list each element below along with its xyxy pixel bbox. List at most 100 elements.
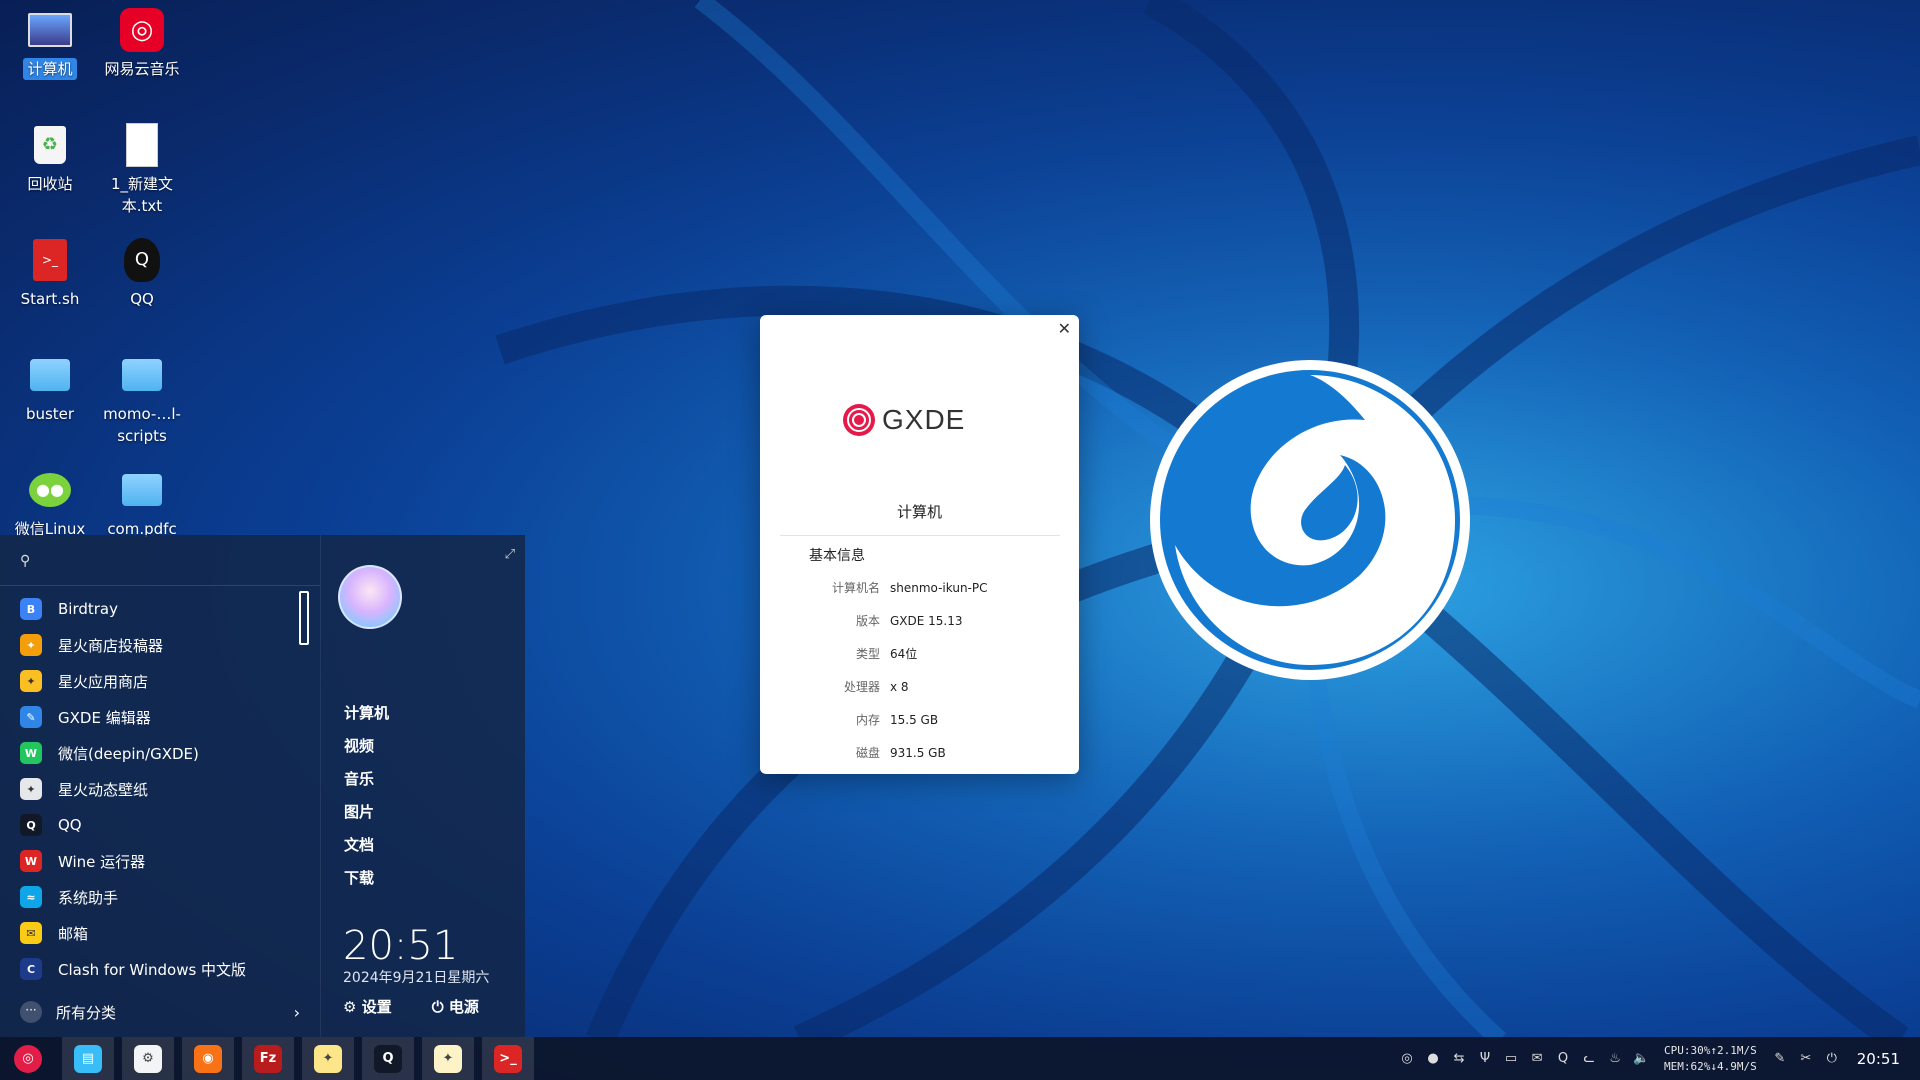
settings-label: 设置 bbox=[361, 998, 392, 1016]
app-item[interactable]: ✦ 星火应用商店 bbox=[0, 663, 320, 699]
app-item[interactable]: Q QQ bbox=[0, 807, 320, 843]
volume-icon[interactable]: 🔈 bbox=[1630, 1037, 1652, 1080]
taskbar-app-launcher[interactable]: ◎ bbox=[2, 1037, 54, 1080]
spark-store-icon: ✦ bbox=[314, 1044, 342, 1073]
app-item[interactable]: ✦ 星火商店投稿器 bbox=[0, 627, 320, 663]
expand-icon[interactable]: ⤢ bbox=[505, 547, 515, 562]
power-icon[interactable]: ⏻ bbox=[1821, 1037, 1843, 1080]
divider bbox=[780, 535, 1060, 536]
usb-tray-icon[interactable]: Ψ bbox=[1474, 1037, 1496, 1080]
taskbar-apps: ◎ ▤ ⚙ ◉ Fz ✦ Q ✦ >_ bbox=[2, 1037, 542, 1080]
wechat-icon: ●● bbox=[28, 468, 72, 512]
app-icon: ✦ bbox=[20, 670, 42, 692]
about-computer-dialog: ✕ GXDE 计算机 基本信息 计算机名 shenmo-ikun-PC 版本 GXDE… bbox=[760, 315, 1079, 774]
place-item[interactable]: 文档 bbox=[344, 829, 389, 862]
fire-tray-icon[interactable]: ♨ bbox=[1604, 1037, 1626, 1080]
place-item[interactable]: 图片 bbox=[344, 796, 389, 829]
desktop-icon-folder[interactable]: momo-…l-scripts bbox=[96, 347, 188, 447]
power-icon: ⏻ bbox=[431, 998, 444, 1016]
taskbar-app-filezilla[interactable]: Fz bbox=[242, 1037, 294, 1080]
pen-icon[interactable]: ✎ bbox=[1769, 1037, 1791, 1080]
cat-tray-icon[interactable]: ᓚ bbox=[1578, 1037, 1600, 1080]
taskbar-app-file-manager[interactable]: ▤ bbox=[62, 1037, 114, 1080]
desktop-icon-qq[interactable]: Q QQ bbox=[96, 232, 188, 310]
cpu-stat: CPU:30%↑2.1M/S bbox=[1664, 1043, 1757, 1057]
desktop-icon-wechat[interactable]: ●● 微信Linux bbox=[4, 462, 96, 540]
app-label: Clash for Windows 中文版 bbox=[58, 960, 247, 979]
app-icon: ✎ bbox=[20, 706, 42, 728]
settings-button[interactable]: ⚙ 设置 bbox=[343, 996, 392, 1017]
place-item[interactable]: 视频 bbox=[344, 730, 389, 763]
qq-tray-icon[interactable]: Q bbox=[1552, 1037, 1574, 1080]
app-item[interactable]: ✎ GXDE 编辑器 bbox=[0, 699, 320, 735]
desktop-icon-label: 回收站 bbox=[27, 175, 73, 193]
app-label: 星火应用商店 bbox=[58, 672, 149, 691]
place-item[interactable]: 下载 bbox=[344, 862, 389, 895]
gxde-wordmark: GXDE bbox=[882, 404, 966, 435]
close-icon[interactable]: ✕ bbox=[1058, 319, 1071, 338]
desktop-icon-label: Start.sh bbox=[20, 290, 80, 308]
info-key: 处理器 bbox=[843, 680, 880, 694]
app-item[interactable]: W 微信(deepin/GXDE) bbox=[0, 735, 320, 771]
clipboard-tray-icon[interactable]: ▭ bbox=[1500, 1037, 1522, 1080]
taskbar: ◎ ▤ ⚙ ◉ Fz ✦ Q ✦ >_ ◎ ● ⇆ Ψ ▭ ✉ Q ᓚ ♨ 🔈 CPU:30%↑2.1M/S ME… bbox=[0, 1037, 1920, 1080]
app-icon: ✉ bbox=[20, 922, 42, 944]
taskbar-clock[interactable]: 20:51 bbox=[1857, 1050, 1900, 1068]
desktop-icon-label: 计算机 bbox=[23, 58, 77, 80]
file-manager-icon: ▤ bbox=[74, 1044, 102, 1073]
app-label: GXDE 编辑器 bbox=[58, 708, 151, 727]
info-rows: 计算机名 shenmo-ikun-PC 版本 GXDE 15.13 类型 64位 处理器 x … bbox=[760, 571, 1079, 769]
all-categories-button[interactable]: ··· 所有分类 › bbox=[20, 997, 300, 1027]
avatar[interactable] bbox=[338, 565, 402, 629]
app-label: 星火商店投稿器 bbox=[58, 636, 164, 655]
app-item[interactable]: B Birdtray bbox=[0, 591, 320, 627]
section-heading: 基本信息 bbox=[809, 548, 865, 564]
desktop-icon-shell-script[interactable]: >_ Start.sh bbox=[4, 232, 96, 310]
place-item[interactable]: 音乐 bbox=[344, 763, 389, 796]
app-label: 系统助手 bbox=[58, 888, 119, 907]
desktop-icon-folder[interactable]: buster bbox=[4, 347, 96, 425]
system-monitor[interactable]: CPU:30%↑2.1M/S MEM:62%↓4.9M/S bbox=[1664, 1043, 1757, 1075]
start-menu-search-input[interactable]: ⚲ bbox=[0, 535, 320, 586]
places-list: 计算机 视频 音乐 图片 文档 下载 bbox=[344, 697, 389, 895]
tray-icons: ◎ ● ⇆ Ψ ▭ ✉ Q ᓚ ♨ 🔈 bbox=[1394, 1037, 1654, 1080]
taskbar-app-firefox[interactable]: ◉ bbox=[182, 1037, 234, 1080]
taskbar-app-spark-store[interactable]: ✦ bbox=[302, 1037, 354, 1080]
info-row: 计算机名 shenmo-ikun-PC bbox=[760, 571, 1079, 604]
app-item[interactable]: ✦ 星火动态壁纸 bbox=[0, 771, 320, 807]
netease-tray-icon[interactable]: ◎ bbox=[1396, 1037, 1418, 1080]
info-key: 类型 bbox=[855, 647, 880, 661]
power-button[interactable]: ⏻ 电源 bbox=[432, 996, 479, 1017]
screenshot-icon[interactable]: ✂ bbox=[1795, 1037, 1817, 1080]
gxde-launcher-icon: ◎ bbox=[14, 1044, 42, 1073]
more-icon: ··· bbox=[20, 1001, 42, 1023]
taskbar-app-qq[interactable]: Q bbox=[362, 1037, 414, 1080]
desktop-icon-trash[interactable]: ♻ 回收站 bbox=[4, 117, 96, 195]
wechat-tray-icon[interactable]: ● bbox=[1422, 1037, 1444, 1080]
taskbar-app-spark-uploader[interactable]: ✦ bbox=[422, 1037, 474, 1080]
network-tray-icon[interactable]: ⇆ bbox=[1448, 1037, 1470, 1080]
app-item[interactable]: ✉ 邮箱 bbox=[0, 915, 320, 951]
qq-icon: Q bbox=[120, 238, 164, 282]
app-item[interactable]: ≈ 系统助手 bbox=[0, 879, 320, 915]
app-list-scrollbar[interactable] bbox=[299, 591, 309, 645]
desktop-icon-text-file[interactable]: 1_新建文本.txt bbox=[96, 117, 188, 217]
app-item[interactable]: C Clash for Windows 中文版 bbox=[0, 951, 320, 987]
desktop-icon-netease-music[interactable]: ◎ 网易云音乐 bbox=[96, 2, 188, 80]
info-value: GXDE 15.13 bbox=[890, 613, 963, 628]
desktop-icon-label: 1_新建文本.txt bbox=[110, 175, 174, 215]
place-item[interactable]: 计算机 bbox=[344, 697, 389, 730]
trash-icon: ♻ bbox=[28, 123, 72, 167]
app-item[interactable]: W Wine 运行器 bbox=[0, 843, 320, 879]
desktop-icon-computer[interactable]: 计算机 bbox=[4, 2, 96, 80]
taskbar-app-control-center[interactable]: ⚙ bbox=[122, 1037, 174, 1080]
app-label: 邮箱 bbox=[58, 924, 89, 943]
desktop-icon-folder[interactable]: com.pdfc bbox=[96, 462, 188, 540]
mail-tray-icon[interactable]: ✉ bbox=[1526, 1037, 1548, 1080]
desktop-icon-label: momo-…l-scripts bbox=[103, 405, 181, 445]
gxde-logo: GXDE bbox=[842, 403, 965, 437]
settings-gear-icon: ⚙ bbox=[134, 1044, 162, 1073]
start-menu-side-panel: ⤢ 计算机 视频 音乐 图片 文档 下载 20:51 2024年9月21日星期六 ⚙ 设置… bbox=[321, 535, 525, 1037]
info-key: 版本 bbox=[855, 614, 880, 628]
taskbar-app-terminal[interactable]: >_ bbox=[482, 1037, 534, 1080]
